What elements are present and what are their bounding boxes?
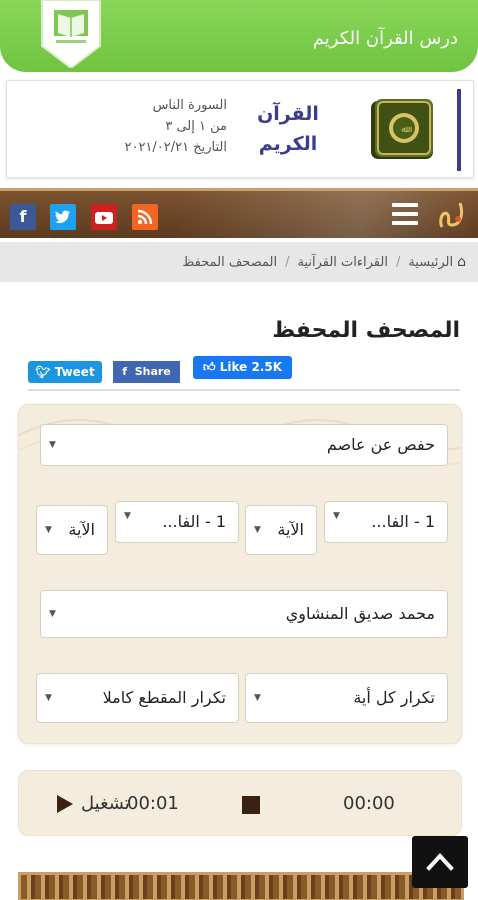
from-ayah-select[interactable]: الآية ▼ <box>245 505 317 555</box>
twitter-icon[interactable] <box>50 204 76 230</box>
play-icon[interactable] <box>57 795 73 813</box>
current-time: 00:00 <box>343 793 395 814</box>
youtube-icon[interactable] <box>91 204 117 230</box>
chevron-down-icon: ▼ <box>49 609 56 619</box>
book-title-line-2: الكريم <box>258 133 318 155</box>
from-surah-select[interactable]: 1 - الفا... ▼ <box>324 501 448 543</box>
tweet-label: Tweet <box>54 365 95 379</box>
reciter-value: محمد صديق المنشاوي <box>285 604 435 623</box>
breadcrumb-current: المصحف المحفظ <box>182 255 278 270</box>
repeat-ayah-value: تكرار كل أية <box>353 688 435 707</box>
to-surah-select[interactable]: 1 - الفا... ▼ <box>115 501 239 543</box>
from-surah-value: 1 - الفا... <box>371 512 435 531</box>
site-title: درس القرآن الكريم <box>312 28 458 49</box>
top-banner: درس القرآن الكريم <box>0 0 478 72</box>
facebook-icon: f <box>122 365 128 378</box>
riwaya-select[interactable]: حفص عن عاصم ▼ <box>40 424 448 466</box>
to-surah-value: 1 - الفا... <box>162 512 226 531</box>
chevron-down-icon: ▼ <box>124 511 131 521</box>
lesson-info-card: ﷲ القرآن الكريم السورة الناس من ١ إلى ٣ … <box>6 80 474 178</box>
book-title-line-1: القرآن <box>257 103 319 125</box>
repeat-section-select[interactable]: تكرار المقطع كاملا ▼ <box>36 673 239 723</box>
total-time: 00:01 <box>127 793 179 814</box>
lesson-meta: السورة الناس من ١ إلى ٣ التاريخ ٢٠٢١/٠٢/… <box>87 95 227 158</box>
hamburger-menu-icon[interactable] <box>392 203 418 227</box>
page-title: المصحف المحفظ <box>272 318 460 343</box>
facebook-icon[interactable]: f <box>10 204 36 230</box>
decorative-border <box>18 872 464 900</box>
breadcrumb-home[interactable]: الرئيسية <box>408 255 453 270</box>
quran-cover-icon[interactable]: ﷲ <box>367 95 437 165</box>
chevron-up-icon <box>426 853 454 871</box>
quran-book-logo-icon[interactable] <box>40 0 102 68</box>
reciter-select[interactable]: محمد صديق المنشاوي ▼ <box>40 590 448 638</box>
book-title: القرآن الكريم <box>253 99 323 159</box>
breadcrumb-separator: / <box>285 255 290 270</box>
facebook-like-button[interactable]: 👍︎ Like 2.5K <box>193 356 292 379</box>
home-icon[interactable]: ⌂ <box>457 254 466 270</box>
date-label: التاريخ ٢٠٢١/٠٢/٢١ <box>124 140 227 155</box>
back-to-top-button[interactable] <box>412 836 468 888</box>
play-label[interactable]: تشغيل <box>81 793 130 814</box>
stop-icon[interactable] <box>242 796 260 814</box>
riwaya-value: حفص عن عاصم <box>326 435 435 454</box>
to-ayah-select[interactable]: الآية ▼ <box>36 505 108 555</box>
tweet-button[interactable]: 🐦︎ Tweet <box>28 361 102 383</box>
surah-label: السورة الناس <box>152 98 227 113</box>
repeat-ayah-select[interactable]: تكرار كل أية ▼ <box>245 673 448 723</box>
rss-icon[interactable] <box>132 204 158 230</box>
chevron-down-icon: ▼ <box>254 693 261 703</box>
brand-calligraphy-icon[interactable] <box>436 197 470 233</box>
chevron-down-icon: ▼ <box>254 525 261 535</box>
nav-strip: f <box>0 188 478 238</box>
facebook-share-button[interactable]: f Share <box>113 361 180 383</box>
like-label: Like 2.5K <box>219 360 283 374</box>
breadcrumb-section[interactable]: القراءات القرآنية <box>297 255 387 270</box>
breadcrumb: ⌂ الرئيسية / القراءات القرآنية / المصحف المحف… <box>0 242 478 282</box>
divider <box>28 389 460 391</box>
audio-player: 00:00 00:01 تشغيل <box>18 770 462 836</box>
chevron-down-icon: ▼ <box>45 525 52 535</box>
ayah-range-label: من ١ إلى ٣ <box>165 119 227 134</box>
breadcrumb-separator: / <box>395 255 401 270</box>
share-label: Share <box>134 365 171 378</box>
twitter-bird-icon: 🐦︎ <box>35 365 51 379</box>
thumbs-up-icon: 👍︎ <box>202 360 216 374</box>
accent-bar <box>457 89 461 171</box>
chevron-down-icon: ▼ <box>49 440 56 450</box>
chevron-down-icon: ▼ <box>45 693 52 703</box>
page: درس القرآن الكريم ﷲ القرآن الكريم السورة… <box>0 0 478 900</box>
nav-decoration <box>180 191 478 238</box>
repeat-section-value: تكرار المقطع كاملا <box>102 688 226 707</box>
chevron-down-icon: ▼ <box>333 511 340 521</box>
